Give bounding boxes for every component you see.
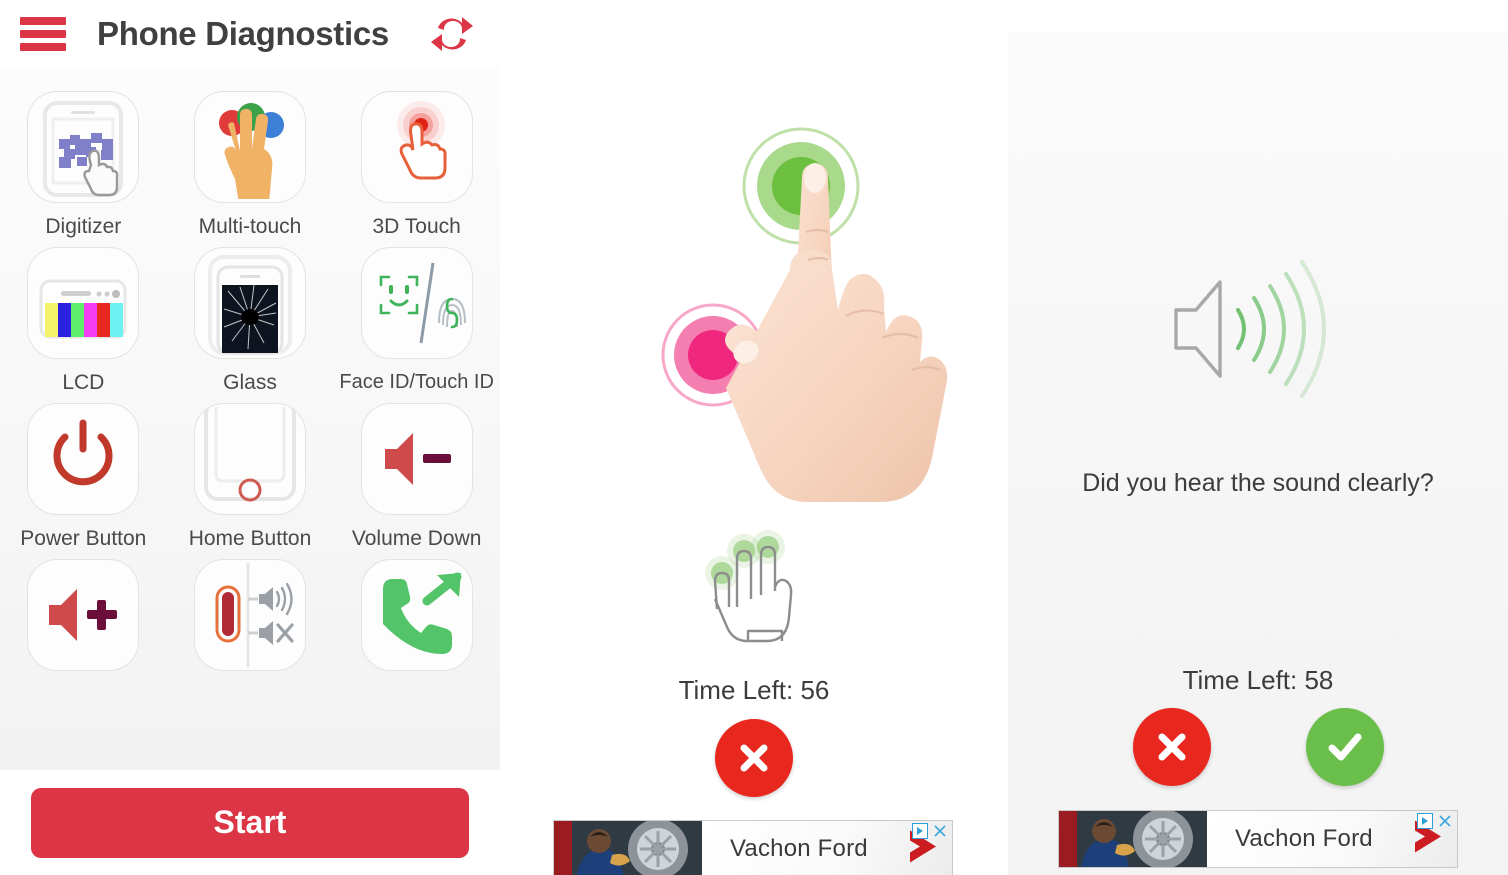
touch-fail-button[interactable] <box>715 719 793 797</box>
lcd-color-bars <box>45 303 124 337</box>
digitizer-icon <box>27 91 140 203</box>
ad-banner[interactable]: Vachon Ford <box>1058 810 1458 868</box>
sound-question: Did you hear the sound clearly? <box>1082 469 1434 497</box>
test-tile-label: Digitizer <box>45 215 122 238</box>
speaker-sound-waves-icon <box>1158 254 1358 409</box>
start-button[interactable]: Start <box>31 787 469 858</box>
refresh-icon[interactable] <box>424 12 480 56</box>
ad-image <box>1059 811 1207 867</box>
test-tile-power-button[interactable]: Power Button <box>0 395 167 551</box>
test-tile-multi-touch[interactable]: Multi-touch <box>167 83 334 239</box>
ad-body[interactable]: Vachon Ford <box>702 821 952 875</box>
touch-hand-illustration <box>650 120 990 525</box>
test-tile-label: LCD <box>62 371 105 394</box>
app-bar: Phone Diagnostics <box>0 0 500 67</box>
hamburger-menu-icon[interactable] <box>20 16 66 51</box>
sound-pass-button[interactable] <box>1306 708 1384 786</box>
sound-fail-button[interactable] <box>1133 708 1211 786</box>
ad-image <box>554 821 702 875</box>
start-bar: Start <box>0 770 500 875</box>
test-tile-volume-up[interactable] <box>0 551 167 683</box>
ad-banner[interactable]: Vachon Ford <box>553 820 953 875</box>
check-mark-icon <box>1328 733 1362 761</box>
test-tile-glass[interactable]: Glass <box>167 239 334 395</box>
test-tile-face-id-touch-id[interactable]: Face ID/Touch ID <box>333 239 500 395</box>
test-tile-label: Glass <box>223 371 277 394</box>
home-button-icon <box>193 403 306 515</box>
x-mark-icon <box>740 744 768 772</box>
page-title: Phone Diagnostics <box>97 14 389 52</box>
face-id-touch-id-icon <box>360 247 473 359</box>
test-tile-outgoing-call[interactable] <box>333 551 500 683</box>
three-finger-hand-icon <box>698 521 810 648</box>
test-grid: Digitizer Multi-touch 3D Touch LCD Glass… <box>0 67 500 770</box>
sound-test-panel: Did you hear the sound clearly? Time Lef… <box>1008 32 1508 875</box>
test-tile-label: Multi-touch <box>198 215 302 238</box>
test-tile-home-button[interactable]: Home Button <box>167 395 334 551</box>
test-tile-volume-down[interactable]: Volume Down <box>333 395 500 551</box>
test-tile-label: Home Button <box>188 527 312 550</box>
touch-stage[interactable] <box>500 0 1008 520</box>
test-tile-3d-touch[interactable]: 3D Touch <box>333 83 500 239</box>
ad-advertiser: Vachon Ford <box>1235 825 1373 852</box>
touch-time-left: Time Left: 56 <box>678 675 830 705</box>
multi-touch-icon <box>193 91 306 203</box>
volume-down-icon <box>360 403 473 515</box>
outgoing-call-icon <box>360 559 473 671</box>
ad-choices-icon[interactable] <box>912 823 928 844</box>
ad-body[interactable]: Vachon Ford <box>1207 811 1457 867</box>
3d-touch-icon <box>360 91 473 203</box>
lcd-icon <box>27 247 140 359</box>
screenshot-root: Phone Diagnostics Digitizer Multi-touch … <box>0 0 1508 875</box>
ad-choices-icon[interactable] <box>1417 813 1433 834</box>
glass-icon <box>193 247 306 359</box>
ad-advertiser: Vachon Ford <box>730 835 868 862</box>
volume-up-icon <box>27 559 140 671</box>
test-tile-label: Volume Down <box>351 527 482 550</box>
mute-switch-icon <box>193 559 306 671</box>
test-tile-label: Face ID/Touch ID <box>339 371 494 393</box>
phone-diagnostics-home-panel: Phone Diagnostics Digitizer Multi-touch … <box>0 0 500 875</box>
close-icon[interactable] <box>932 823 948 844</box>
test-tile-label: 3D Touch <box>372 215 461 238</box>
multi-touch-test-panel: Time Left: 56 Vachon Ford <box>500 0 1008 875</box>
test-tile-lcd[interactable]: LCD <box>0 239 167 395</box>
test-tile-mute-switch[interactable] <box>167 551 334 683</box>
power-button-icon <box>27 403 140 515</box>
x-mark-icon <box>1158 733 1186 761</box>
test-tile-label: Power Button <box>20 527 147 550</box>
sound-time-left: Time Left: 58 <box>1182 665 1334 695</box>
test-tile-digitizer[interactable]: Digitizer <box>0 83 167 239</box>
close-icon[interactable] <box>1437 813 1453 834</box>
